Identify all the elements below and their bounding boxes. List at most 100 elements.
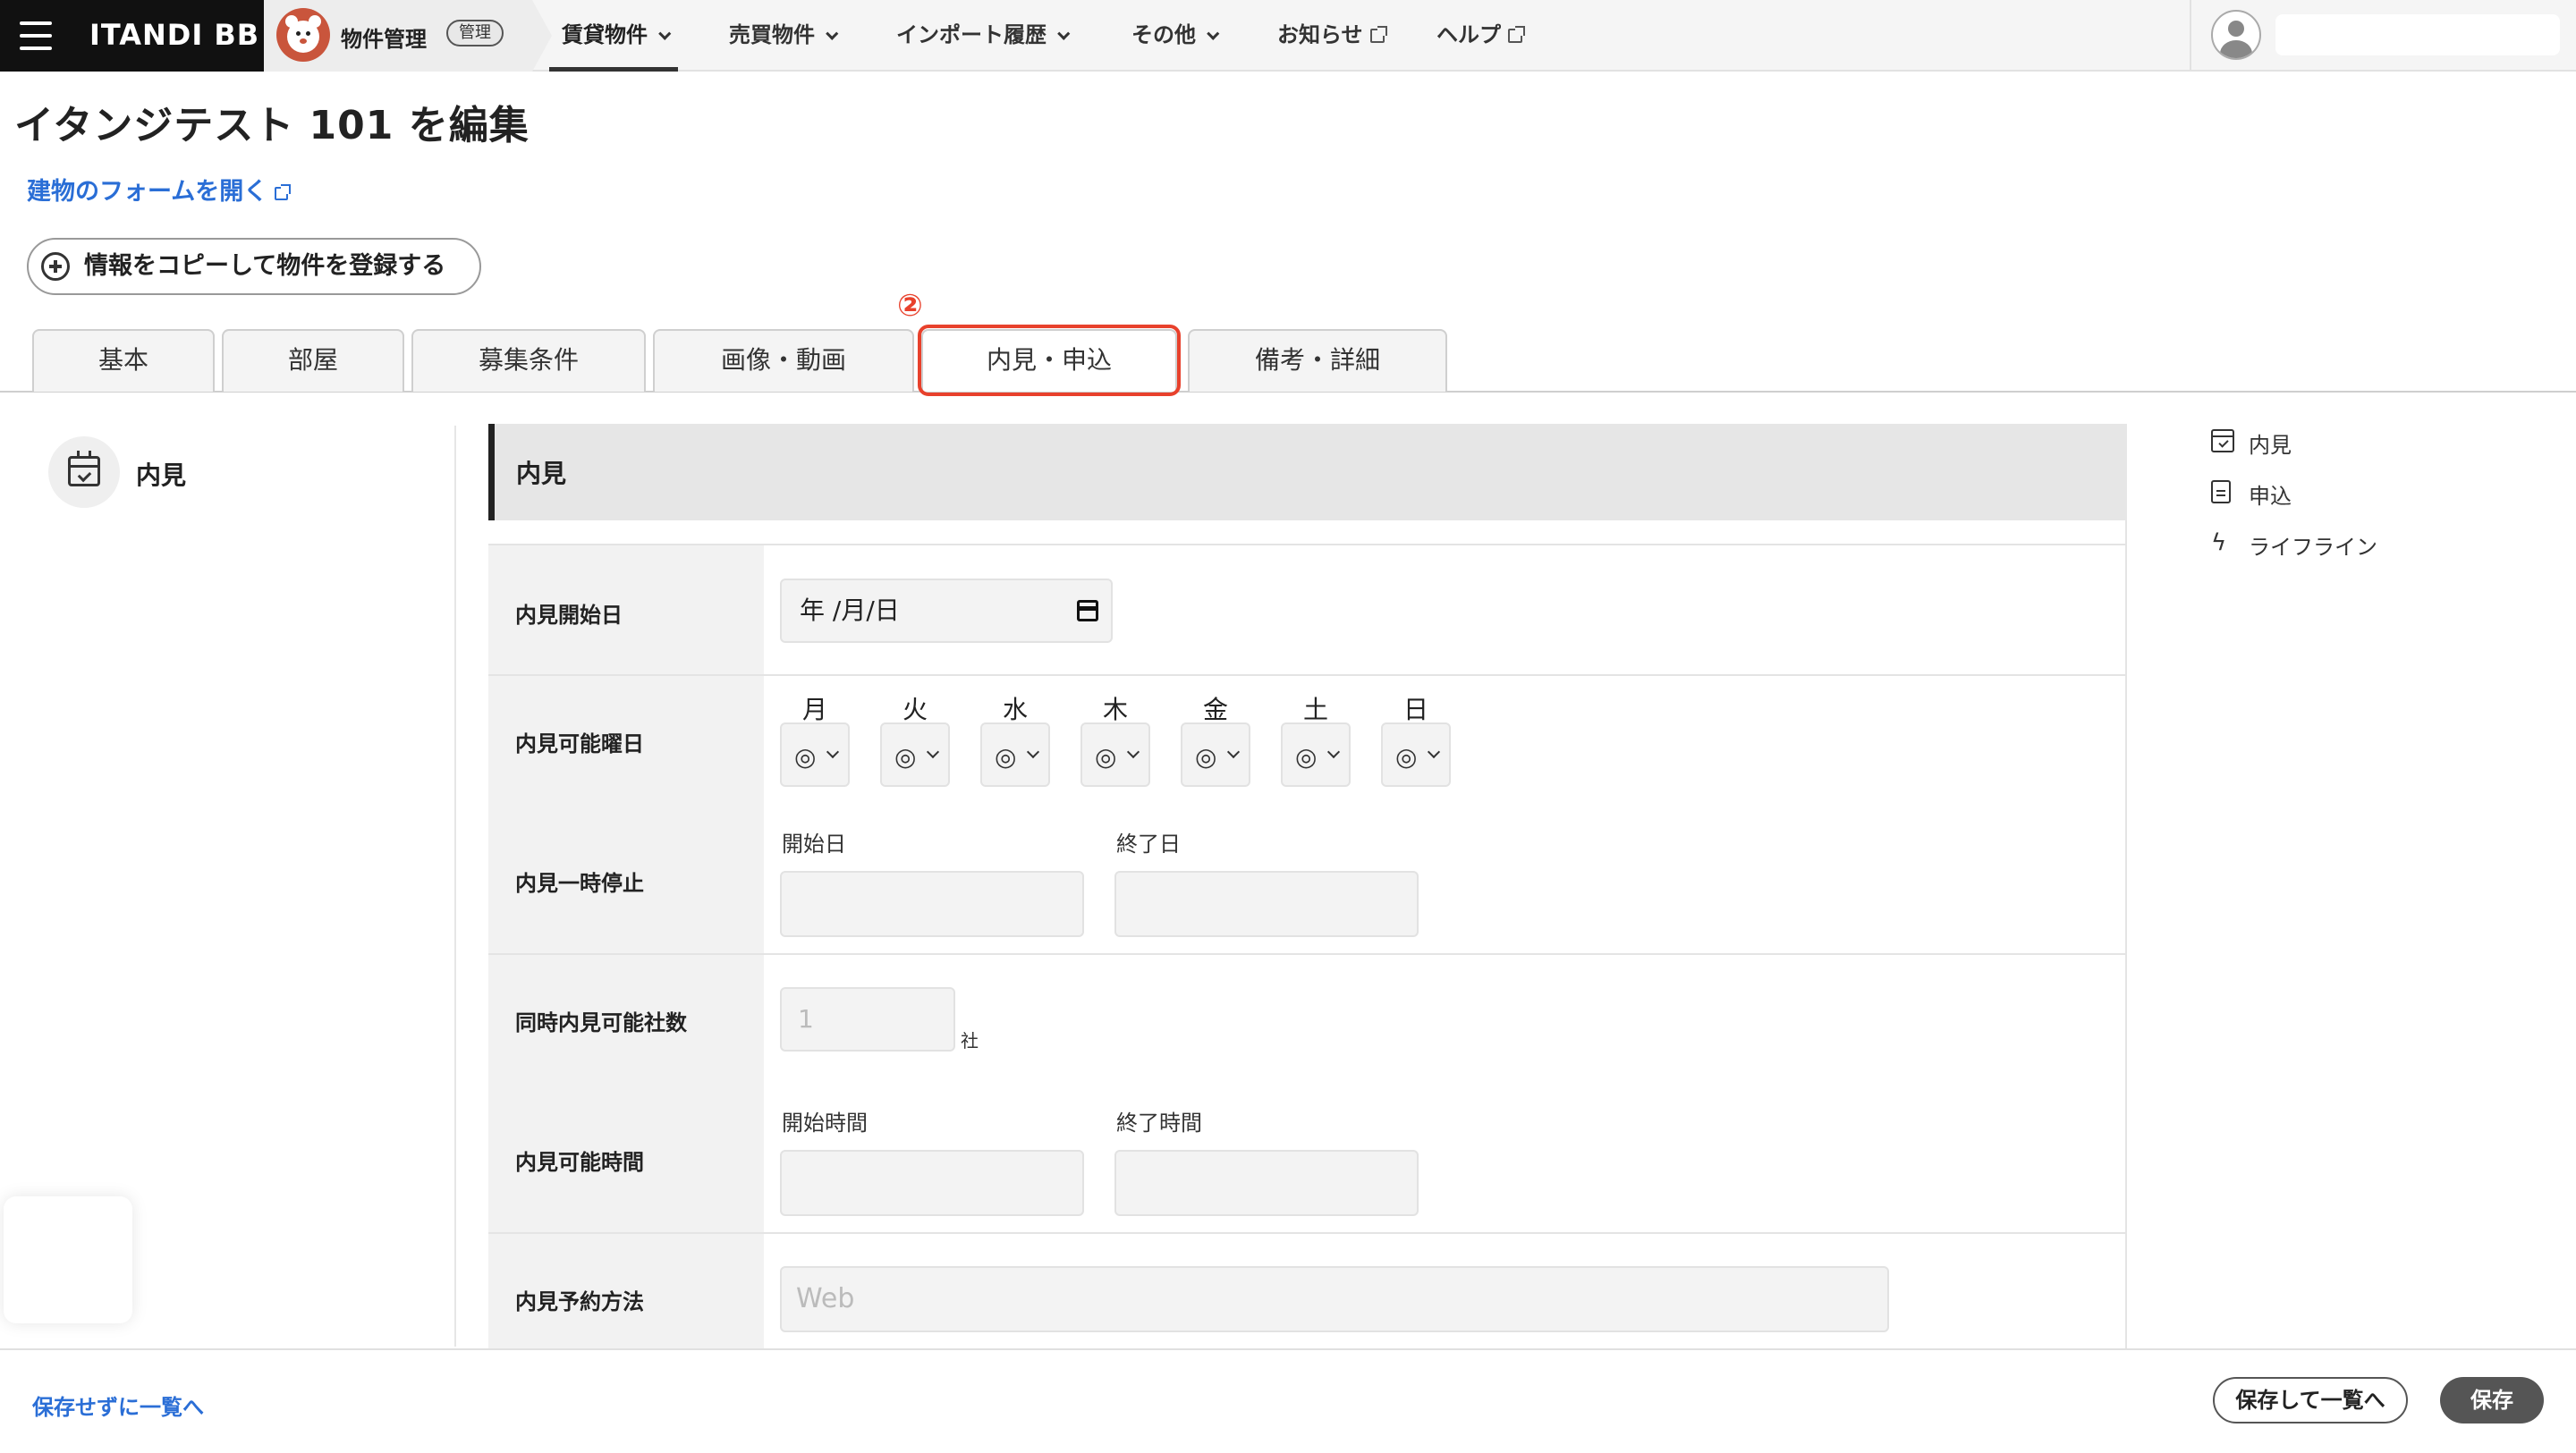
tab-room[interactable]: 部屋: [222, 329, 404, 392]
app-label: 物件管理: [341, 27, 427, 52]
chevron-down-icon: [1226, 745, 1241, 759]
chevron-down-icon: [826, 745, 840, 759]
day-label-sat: 土: [1302, 695, 1328, 724]
suspension-start-label: 開始日: [782, 832, 846, 857]
calendar-check-icon: [68, 451, 100, 486]
start-date-label: 内見開始日: [515, 603, 623, 628]
form-section-title: 内見: [516, 459, 567, 488]
tab-recruitment-conditions[interactable]: 募集条件: [411, 329, 646, 392]
nav-other[interactable]: その他: [1131, 0, 1220, 72]
suspension-label: 内見一時停止: [515, 871, 644, 896]
nav-label: その他: [1131, 22, 1196, 47]
day-select-fri[interactable]: ◎: [1181, 722, 1250, 787]
day-select-value: ◎: [1395, 742, 1418, 772]
row-divider: [488, 953, 2127, 955]
user-name-field: [2275, 14, 2560, 55]
day-label-thu: 木: [1102, 695, 1128, 724]
day-select-mon[interactable]: ◎: [780, 722, 850, 787]
chevron-down-icon: [658, 27, 672, 40]
nav-sale-properties[interactable]: 売買物件: [729, 0, 839, 72]
concurrent-unit: 社: [961, 1030, 979, 1052]
nav-rental-properties[interactable]: 賃貸物件: [549, 0, 678, 72]
chevron-down-icon: [1126, 745, 1140, 759]
day-select-wed[interactable]: ◎: [980, 722, 1050, 787]
brand-area: ITANDI BB: [0, 0, 264, 72]
day-select-sun[interactable]: ◎: [1381, 722, 1451, 787]
brand-logo[interactable]: ITANDI BB: [89, 18, 259, 52]
save-and-return-button[interactable]: 保存して一覧へ: [2213, 1377, 2408, 1423]
save-button[interactable]: 保存: [2440, 1377, 2544, 1423]
day-label-mon: 月: [801, 695, 827, 724]
form-right-border: [2125, 520, 2127, 1352]
day-select-value: ◎: [794, 742, 817, 772]
nav-label: お知らせ: [1277, 22, 1363, 47]
hours-start-label: 開始時間: [782, 1111, 868, 1136]
calendar-check-icon: [2211, 429, 2234, 452]
section-nav-label[interactable]: 内見: [136, 456, 186, 492]
calendar-icon[interactable]: [1077, 600, 1098, 621]
day-label-tue: 火: [902, 695, 928, 724]
copy-button-label: 情報をコピーして物件を登録する: [84, 252, 446, 280]
nav-news[interactable]: お知らせ: [1277, 0, 1387, 72]
method-label: 内見予約方法: [515, 1289, 644, 1314]
left-nav-divider: [454, 426, 456, 1347]
bear-mascot-icon: [276, 8, 330, 62]
tab-images-videos[interactable]: 画像・動画: [653, 329, 914, 392]
chevron-down-icon: [1026, 745, 1040, 759]
copy-and-register-button[interactable]: 情報をコピーして物件を登録する: [27, 238, 481, 295]
nav-import-history[interactable]: インポート履歴: [896, 0, 1071, 72]
day-label-fri: 金: [1202, 695, 1228, 724]
section-nav-viewing[interactable]: [48, 436, 120, 508]
concurrent-label: 同時内見可能社数: [515, 1010, 687, 1035]
document-icon: [2211, 480, 2231, 503]
day-select-value: ◎: [1295, 742, 1318, 772]
plus-circle-icon: [41, 252, 70, 281]
avatar-icon[interactable]: [2211, 10, 2261, 60]
day-select-sat[interactable]: ◎: [1281, 722, 1351, 787]
nav-help[interactable]: ヘルプ: [1436, 0, 1525, 72]
hours-end-label: 終了時間: [1116, 1111, 1202, 1136]
chevron-down-icon: [1427, 745, 1441, 759]
weekdays-label: 内見可能曜日: [515, 731, 644, 756]
day-select-value: ◎: [995, 742, 1017, 772]
footer-bar: 保存せずに一覧へ 保存して一覧へ 保存: [0, 1348, 2576, 1453]
external-link-icon: [1508, 26, 1525, 43]
open-building-form-label: 建物のフォームを開く: [27, 178, 268, 206]
day-select-value: ◎: [894, 742, 917, 772]
app-switcher[interactable]: 物件管理 管理: [264, 0, 552, 72]
suspension-end-input[interactable]: [1114, 871, 1419, 937]
suspension-start-input[interactable]: [780, 871, 1084, 937]
method-input[interactable]: Web: [780, 1266, 1889, 1332]
day-select-thu[interactable]: ◎: [1080, 722, 1150, 787]
open-building-form-link[interactable]: 建物のフォームを開く: [27, 172, 292, 207]
chevron-down-icon: [926, 745, 940, 759]
nav-label: 売買物件: [729, 22, 815, 47]
nav-label: ヘルプ: [1436, 22, 1501, 47]
tab-notes-details[interactable]: 備考・詳細: [1188, 329, 1447, 392]
page-title: イタンジテスト 101 を編集: [14, 103, 530, 148]
toc-label: ライフライン: [2249, 535, 2377, 560]
concurrent-input[interactable]: 1: [780, 987, 955, 1052]
user-menu[interactable]: [2190, 0, 2576, 72]
hamburger-menu-icon[interactable]: [20, 21, 52, 50]
step-marker: ②: [897, 288, 923, 324]
day-select-value: ◎: [1095, 742, 1117, 772]
start-date-input[interactable]: 年 /月/日: [780, 579, 1113, 643]
toc-label: 申込: [2249, 484, 2292, 509]
chevron-down-icon: [1207, 27, 1220, 40]
day-select-value: ◎: [1195, 742, 1217, 772]
hours-start-input[interactable]: [780, 1150, 1084, 1216]
tab-basic[interactable]: 基本: [32, 329, 215, 392]
back-without-saving-link[interactable]: 保存せずに一覧へ: [32, 1390, 204, 1421]
chevron-down-icon: [826, 27, 839, 40]
row-divider: [488, 674, 2127, 676]
app-badge: 管理: [446, 20, 504, 46]
day-select-tue[interactable]: ◎: [880, 722, 950, 787]
highlight-box: [918, 325, 1181, 396]
hours-end-input[interactable]: [1114, 1150, 1419, 1216]
top-navigation-bar: ITANDI BB 物件管理 管理 賃貸物件 売買物件 インポート履歴 その他 …: [0, 0, 2576, 72]
hours-label: 内見可能時間: [515, 1150, 644, 1175]
chevron-down-icon: [1057, 27, 1071, 40]
lightning-icon: ϟ: [2211, 529, 2227, 556]
floating-widget[interactable]: [4, 1196, 132, 1323]
